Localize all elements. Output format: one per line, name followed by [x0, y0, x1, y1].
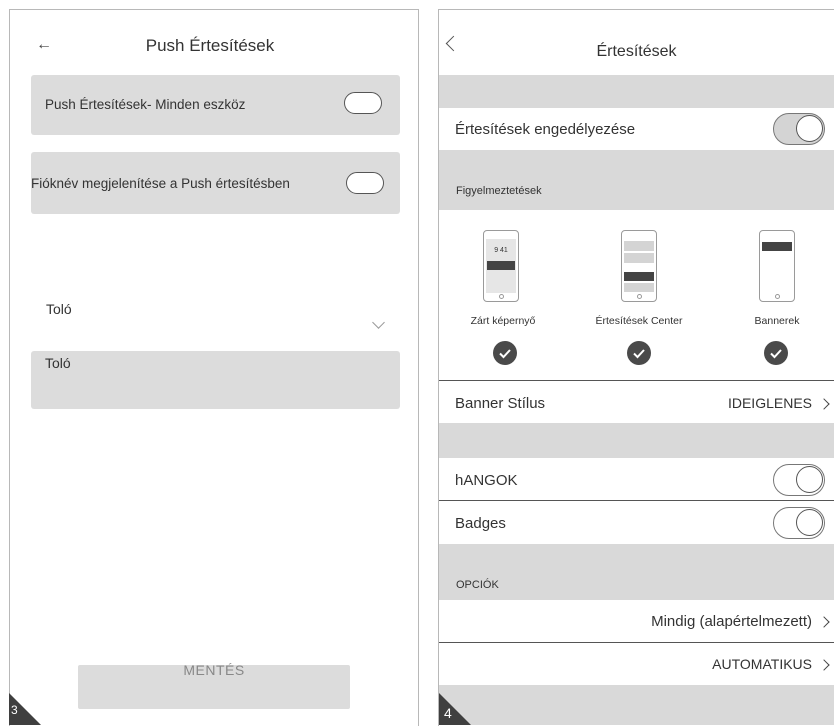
enable-notifications-toggle[interactable]: [773, 113, 825, 145]
notification-center-caption: Értesítések Center: [595, 315, 683, 327]
save-button-label: MENTÉS: [183, 662, 245, 678]
lock-screen-time: 9 41: [494, 247, 508, 254]
badges-row[interactable]: Badges: [439, 501, 834, 544]
push-all-devices-label: Push Értesítések- Minden eszköz: [45, 97, 246, 112]
banners-caption: Bannerek: [754, 315, 800, 327]
push-all-devices-row[interactable]: Push Értesítések- Minden eszköz: [31, 75, 400, 135]
show-account-label: Fióknév megjelenítése a Push értesítésbe…: [31, 176, 290, 191]
banners-phone-icon: [759, 230, 795, 302]
sounds-row[interactable]: hANGOK: [439, 458, 834, 500]
page-number: 4: [444, 705, 452, 721]
options-section-label: OPCIÓK: [456, 579, 499, 591]
bottom-spacer: [439, 685, 834, 725]
notification-center-check-icon[interactable]: [627, 341, 651, 365]
badges-toggle[interactable]: [773, 507, 825, 539]
preview-row[interactable]: Mindig (alapértelmezett): [439, 600, 834, 642]
lock-screen-caption: Zárt képernyő: [470, 315, 536, 327]
banners-check-icon[interactable]: [764, 341, 788, 365]
enable-notifications-label: Értesítések engedélyezése: [455, 121, 636, 138]
banner-style-row[interactable]: Banner Stílus IDEIGLENES: [439, 381, 834, 423]
page-number: 3: [11, 703, 18, 717]
slider-box-label: Toló: [45, 355, 71, 371]
page-title: Push Értesítések: [145, 36, 275, 55]
banner-style-label: Banner Stílus: [455, 395, 546, 412]
alerts-section-label: Figyelmeztetések: [456, 185, 542, 197]
sounds-toggle[interactable]: [773, 464, 825, 496]
alerts-section-header: Figyelmeztetések: [439, 150, 834, 210]
options-section-header: OPCIÓK: [439, 544, 834, 600]
grouping-value: AUTOMATIKUS: [712, 656, 812, 672]
badges-label: Badges: [455, 515, 506, 532]
preview-value: Mindig (alapértelmezett): [651, 613, 812, 630]
enable-notifications-row[interactable]: Értesítések engedélyezése: [439, 108, 834, 150]
lock-screen-phone-icon: 9 41: [483, 230, 519, 302]
chevron-right-icon: [818, 616, 830, 628]
slider-box[interactable]: Toló: [31, 351, 400, 409]
page-title: Értesítések: [596, 43, 677, 60]
banner-style-value: IDEIGLENES: [727, 395, 812, 411]
show-account-toggle[interactable]: [346, 172, 384, 194]
notification-center-phone-icon: [621, 230, 657, 302]
slider-label: Toló: [46, 301, 72, 317]
push-all-devices-toggle[interactable]: [344, 92, 382, 114]
chevron-right-icon: [818, 659, 830, 671]
sounds-label: hANGOK: [455, 472, 518, 489]
chevron-right-icon: [818, 398, 830, 410]
lock-screen-check-icon[interactable]: [493, 341, 517, 365]
section-spacer: [439, 75, 834, 108]
grouping-row[interactable]: AUTOMATIKUS: [439, 643, 834, 685]
show-account-row[interactable]: Fióknév megjelenítése a Push értesítésbe…: [31, 152, 400, 214]
section-spacer: [439, 423, 834, 458]
